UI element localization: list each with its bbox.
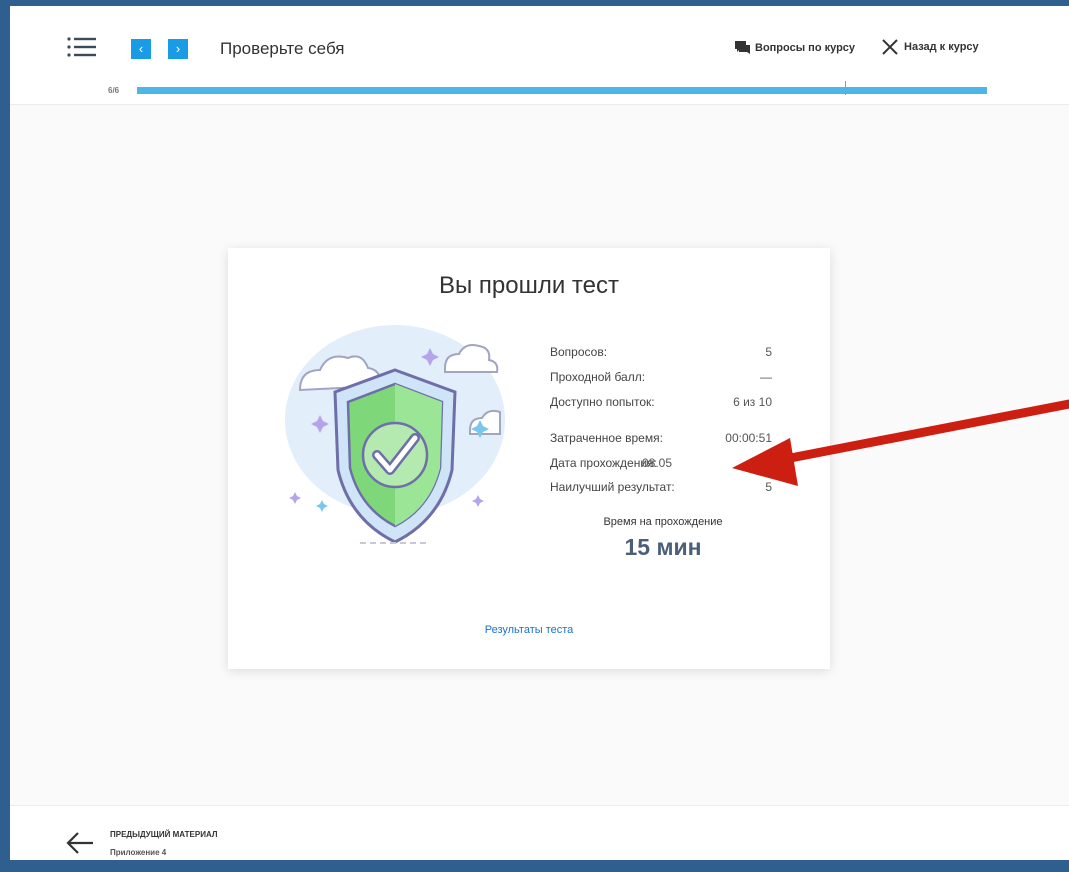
progress-label: 6/6 [108,86,120,95]
chat-icon [735,41,750,54]
stat-value: 5 [765,480,772,494]
top-bar: ‹ › Проверьте себя Вопросы по курсу Наза… [10,6,1069,105]
test-results-link[interactable]: Результаты теста [228,624,830,636]
stat-label: Наилучший результат: [550,480,675,494]
time-limit-label: Время на прохождение [603,516,723,528]
prev-button[interactable]: ‹ [131,39,151,59]
stat-label: Доступно попыток: [550,395,655,409]
stat-label: Затраченное время: [550,431,663,445]
page-title: Проверьте себя [220,39,345,58]
progress-marker [845,81,846,95]
bottom-bar: ПРЕДЫДУЩИЙ МАТЕРИАЛ Приложение 4 [10,805,1069,860]
back-to-course-label: Назад к курсу [904,41,979,53]
stat-row-attempts: Доступно попыток: 6 из 10 [550,395,772,411]
previous-material-title: Приложение 4 [110,848,167,857]
chevron-left-icon: ‹ [138,41,144,56]
result-card: Вы прошли тест Вопросов: 5 Проходной балл… [228,248,830,669]
stat-value: 6 из 10 [733,395,772,409]
stat-value: 5 [765,345,772,359]
menu-list-icon[interactable] [66,36,98,58]
stat-row-time-spent: Затраченное время: 00:00:51 [550,431,772,447]
result-heading: Вы прошли тест [438,272,619,299]
back-to-course-button[interactable]: Назад к курсу [882,39,979,55]
shield-check-icon [285,325,505,544]
chevron-right-icon: › [175,41,181,56]
stat-label: Проходной балл: [550,370,646,384]
stat-value: 08.05 [641,456,672,470]
arrow-left-icon[interactable] [66,832,94,854]
time-limit-value: 15 мин [624,534,702,560]
stat-label: Вопросов: [550,345,608,359]
next-button[interactable]: › [168,39,188,59]
close-icon [882,39,898,55]
stat-value: 00:00:51 [725,431,772,445]
course-questions-button[interactable]: Вопросы по курсу [735,41,855,54]
stat-label: Дата прохождения: [550,456,657,470]
stat-row-date: Дата прохождения: 08.05 [550,456,772,472]
stat-row-passing-score: Проходной балл: — [550,370,772,386]
progress-bar [137,87,987,94]
stat-row-best-result: Наилучший результат: 5 [550,480,772,496]
progress-fill [137,87,987,94]
app-frame: ‹ › Проверьте себя Вопросы по курсу Наза… [10,6,1069,860]
previous-material-link[interactable]: ПРЕДЫДУЩИЙ МАТЕРИАЛ [110,830,217,839]
course-questions-label: Вопросы по курсу [755,41,856,54]
stat-value: — [760,370,772,384]
stat-row-questions: Вопросов: 5 [550,345,772,361]
